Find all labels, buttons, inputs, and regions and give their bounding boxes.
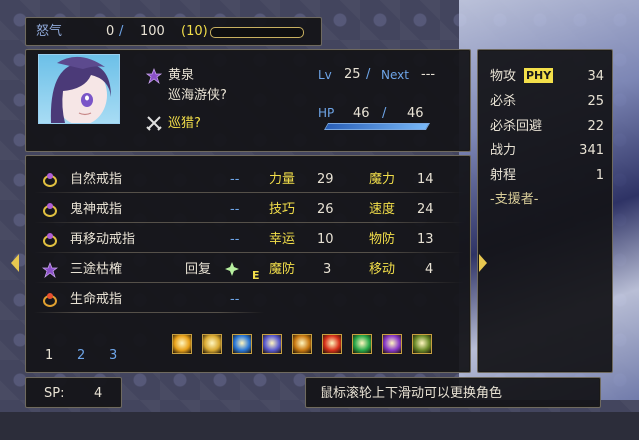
item-name: 鬼神戒指	[70, 202, 123, 217]
combat-value: 341	[579, 143, 604, 158]
sp-value: 4	[94, 386, 103, 401]
prev-character-arrow[interactable]	[11, 254, 19, 272]
item-value: 回复	[185, 262, 212, 277]
hp-current: 46	[353, 106, 370, 121]
gold-crescent-icon[interactable]	[292, 334, 312, 354]
stat-value: 26	[317, 202, 334, 217]
item-value: --	[230, 202, 240, 217]
bottom-strip	[0, 412, 639, 440]
stat-label: 力量	[269, 172, 296, 187]
rage-bonus: (10)	[181, 24, 208, 39]
level-label: Lv	[318, 68, 332, 82]
character-subclass: 巡猎?	[168, 116, 201, 131]
combat-label: 战力	[490, 143, 517, 158]
next-label: Next	[381, 68, 409, 82]
stat-label: 物防	[369, 232, 396, 247]
item-name: 自然戒指	[70, 172, 123, 187]
sp-label: SP:	[44, 386, 65, 401]
combat-label: 必杀回避	[490, 119, 543, 134]
hp-separator: /	[382, 106, 387, 121]
stat-value: 29	[317, 172, 334, 187]
ring-icon	[43, 173, 57, 187]
hp-bar-fill	[325, 124, 429, 129]
hint-panel: 鼠标滚轮上下滑动可以更换角色	[305, 377, 601, 408]
rage-panel: 怒气 0 / 100 (10)	[25, 17, 322, 46]
flame-icon[interactable]	[322, 334, 342, 354]
hp-label: HP	[318, 106, 335, 120]
item-row-equipped[interactable]: 三途枯榷 回复 E	[34, 256, 260, 282]
combat-label: 必杀	[490, 94, 517, 109]
stat-value: 4	[425, 262, 434, 277]
item-row[interactable]: 自然戒指 --	[34, 166, 259, 190]
item-value: --	[230, 292, 240, 307]
stat-value: 24	[417, 202, 434, 217]
hp-max: 46	[407, 106, 424, 121]
combat-label: 射程	[490, 168, 517, 183]
stat-label: 技巧	[269, 202, 296, 217]
green-star-icon[interactable]	[352, 334, 372, 354]
item-value: --	[230, 172, 240, 187]
next-value: ---	[421, 67, 436, 82]
rage-max: 100	[140, 24, 165, 39]
item-row[interactable]: 鬼神戒指 --	[34, 196, 259, 220]
combat-stats-panel: 物攻 PHY 34 必杀 25 必杀回避 22 战力 341 射程 1 -支援者…	[477, 49, 613, 373]
combat-value: 34	[587, 69, 604, 84]
hp-bar	[323, 123, 431, 130]
ring-icon	[43, 203, 57, 217]
item-name: 再移动戒指	[70, 232, 136, 247]
crescent-moon-icon[interactable]	[262, 334, 282, 354]
item-name: 三途枯榷	[70, 262, 123, 277]
page-tab-3[interactable]: 3	[109, 348, 117, 364]
hint-text: 鼠标滚轮上下滑动可以更换角色	[320, 386, 503, 401]
page-tab-2[interactable]: 2	[77, 348, 85, 364]
stat-label: 移动	[369, 262, 396, 277]
combat-value: 25	[587, 94, 604, 109]
sparkle-icon	[225, 262, 239, 276]
combat-value: 22	[587, 119, 604, 134]
rage-separator: /	[119, 24, 124, 39]
blue-swirl-icon[interactable]	[232, 334, 252, 354]
items-stats-panel: 自然戒指 -- 鬼神戒指 -- 再移动戒指 -- 三途枯榷 回复 E 生命戒指 …	[25, 155, 471, 373]
rage-bar	[210, 27, 304, 38]
stat-label: 魔力	[369, 172, 396, 187]
rage-label: 怒气	[36, 24, 63, 39]
stat-label: 幸运	[269, 232, 296, 247]
ring-icon	[43, 293, 57, 307]
rage-current: 0	[106, 24, 115, 39]
lightning-class-icon	[146, 68, 162, 84]
page-tab-1[interactable]: 1	[45, 348, 53, 364]
level-value: 25	[344, 67, 361, 82]
combat-label: 物攻	[490, 69, 517, 84]
stat-label: 魔防	[269, 262, 296, 277]
level-separator: /	[366, 67, 371, 82]
item-row[interactable]: 再移动戒指 --	[34, 226, 259, 250]
character-name: 黄泉	[168, 68, 195, 83]
weapon-icon	[42, 262, 58, 278]
crossed-swords-icon	[146, 116, 162, 131]
purple-star-icon[interactable]	[382, 334, 402, 354]
item-value: --	[230, 232, 240, 247]
phy-tag: PHY	[524, 68, 554, 83]
equipped-marker: E	[252, 269, 260, 282]
stat-value: 14	[417, 172, 434, 187]
character-panel: 黄泉 巡海游侠? 巡猎? Lv 25 / Next --- HP 46 / 46	[25, 49, 471, 152]
stat-label: 速度	[369, 202, 396, 217]
next-character-arrow[interactable]	[479, 254, 487, 272]
stat-value: 10	[317, 232, 334, 247]
bar-chart-icon[interactable]	[412, 334, 432, 354]
item-name: 生命戒指	[70, 292, 123, 307]
supporter-label: -支援者-	[490, 192, 539, 207]
ring-icon	[43, 233, 57, 247]
stat-value: 3	[323, 262, 332, 277]
character-class: 巡海游侠?	[168, 88, 227, 103]
arrow-up-icon[interactable]	[172, 334, 192, 354]
item-row[interactable]: 生命戒指 --	[34, 286, 259, 310]
character-portrait	[38, 54, 120, 124]
combat-value: 1	[595, 168, 604, 183]
sparkle-burst-icon[interactable]	[202, 334, 222, 354]
stat-value: 13	[417, 232, 434, 247]
sp-panel: SP: 4	[25, 377, 122, 408]
